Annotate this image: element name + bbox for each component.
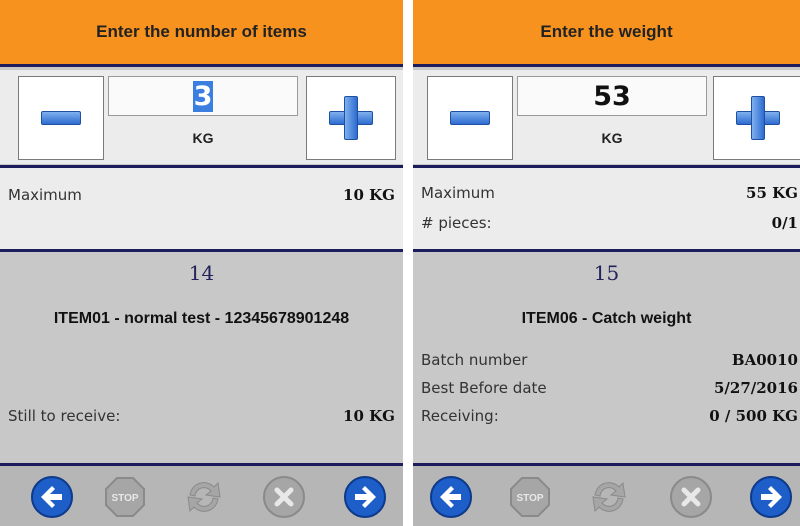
receiving-value: 0 / 500 KG [709, 407, 798, 425]
best-before-row: Best Before date 5/27/2016 [421, 379, 798, 397]
item-name: ITEM01 - normal test - 12345678901248 [53, 310, 350, 327]
refresh-button[interactable] [587, 475, 631, 519]
receiving-row: Receiving: 0 / 500 KG [421, 407, 798, 425]
stop-button[interactable]: STOP [103, 475, 147, 519]
weight-input[interactable]: 53 [517, 76, 707, 116]
maximum-row: Maximum 10 KG [8, 186, 395, 204]
header-bar: Enter the weight [413, 0, 800, 67]
plus-icon [736, 96, 780, 140]
refresh-icon [592, 481, 626, 513]
maximum-value: 10 KG [343, 186, 395, 204]
header-bar: Enter the number of items [0, 0, 403, 67]
stop-text: STOP [516, 493, 543, 504]
still-to-receive-value: 10 KG [343, 407, 395, 425]
item-number: 14 [188, 261, 215, 285]
still-to-receive-label: Still to receive: [8, 407, 121, 425]
cancel-button[interactable] [262, 475, 306, 519]
best-before-label: Best Before date [421, 379, 547, 397]
back-button[interactable] [429, 475, 473, 519]
forward-button[interactable] [749, 475, 793, 519]
right-screen: Enter the weight 53 KG Maximum 55 KG # p… [413, 0, 800, 526]
item-number: 15 [593, 261, 620, 285]
minus-icon [450, 111, 490, 125]
limits-section: Maximum 10 KG [0, 165, 403, 252]
pieces-value: 0/1 [771, 214, 798, 232]
unit-label: KG [192, 130, 214, 146]
maximum-row: Maximum 55 KG [421, 184, 798, 202]
footer-toolbar: STOP [413, 463, 800, 526]
minus-icon [41, 111, 81, 125]
refresh-button[interactable] [182, 475, 226, 519]
cancel-button[interactable] [669, 475, 713, 519]
item-details: 14 ITEM01 - normal test - 12345678901248… [0, 255, 403, 460]
quantity-value: 3 [192, 80, 214, 112]
quantity-input[interactable]: 3 [108, 76, 298, 116]
receiving-label: Receiving: [421, 407, 499, 425]
maximum-label: Maximum [8, 186, 82, 204]
cancel-icon [670, 476, 712, 518]
back-arrow-icon [31, 476, 73, 518]
batch-label: Batch number [421, 351, 528, 369]
limits-section: Maximum 55 KG # pieces: 0/1 [413, 165, 800, 252]
forward-button[interactable] [343, 475, 387, 519]
pieces-row: # pieces: 0/1 [421, 214, 798, 232]
increment-button[interactable] [713, 76, 800, 160]
item-name: ITEM06 - Catch weight [521, 310, 692, 327]
unit-label: KG [601, 130, 623, 146]
quantity-stepper: 3 KG [0, 70, 403, 164]
back-arrow-icon [430, 476, 472, 518]
best-before-value: 5/27/2016 [713, 379, 798, 397]
increment-button[interactable] [306, 76, 396, 160]
weight-stepper: 53 KG [413, 70, 800, 164]
header-title: Enter the number of items [96, 22, 307, 41]
cancel-icon [263, 476, 305, 518]
decrement-button[interactable] [18, 76, 104, 160]
pieces-label: # pieces: [421, 214, 492, 232]
stop-icon: STOP [105, 477, 145, 517]
batch-value: BA0010 [731, 351, 798, 369]
forward-arrow-icon [344, 476, 386, 518]
still-to-receive-row: Still to receive: 10 KG [8, 407, 395, 425]
maximum-value: 55 KG [746, 184, 798, 202]
stop-icon: STOP [510, 477, 550, 517]
left-screen: Enter the number of items 3 KG Maximum 1… [0, 0, 403, 526]
maximum-label: Maximum [421, 184, 495, 202]
stop-text: STOP [111, 493, 138, 504]
back-button[interactable] [30, 475, 74, 519]
forward-arrow-icon [750, 476, 792, 518]
header-title: Enter the weight [540, 22, 673, 41]
plus-icon [329, 96, 373, 140]
refresh-icon [187, 481, 221, 513]
item-details: 15 ITEM06 - Catch weight Batch number BA… [413, 255, 800, 460]
stop-button[interactable]: STOP [508, 475, 552, 519]
batch-row: Batch number BA0010 [421, 351, 798, 369]
weight-value: 53 [593, 80, 631, 112]
decrement-button[interactable] [427, 76, 513, 160]
footer-toolbar: STOP [0, 463, 403, 526]
